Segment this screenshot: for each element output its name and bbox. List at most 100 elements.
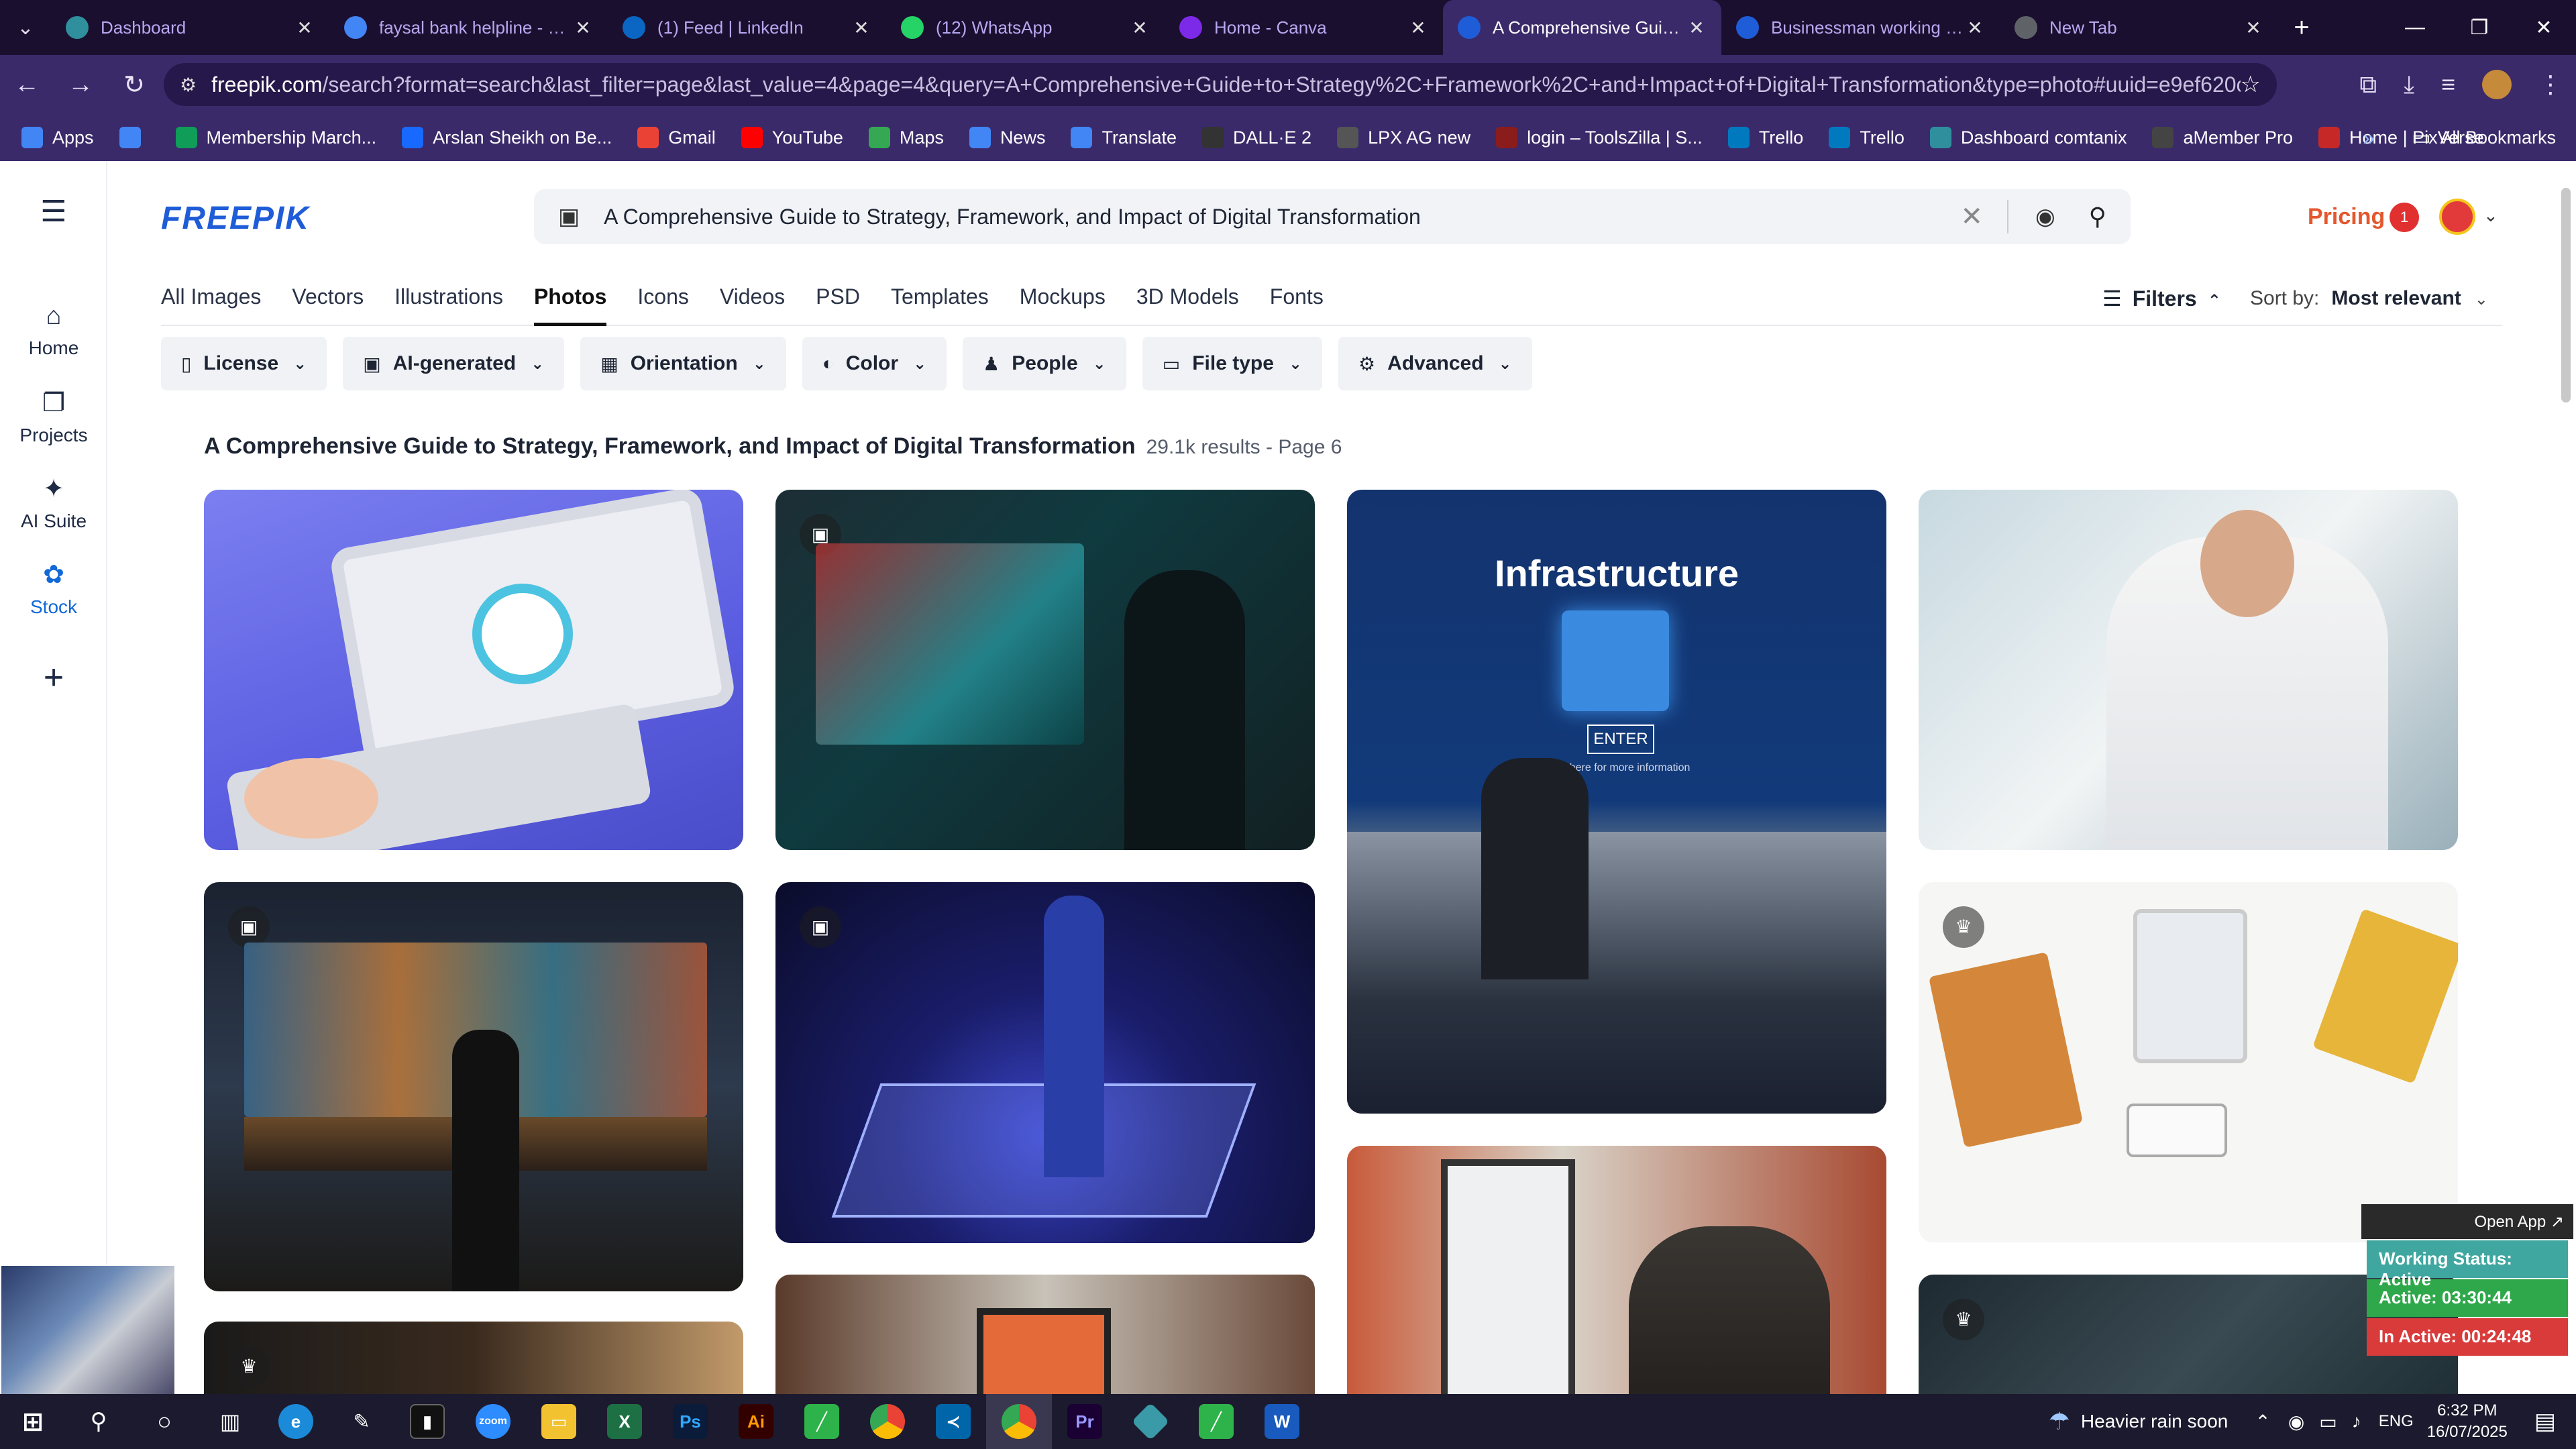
tab-close-icon[interactable]: ✕ [1130, 17, 1150, 39]
tab-all-images[interactable]: All Images [161, 284, 261, 326]
green-app-icon[interactable]: ╱ [789, 1394, 855, 1449]
image-card-man-hologram-city[interactable]: ▣ [775, 882, 1315, 1243]
rail-add-icon[interactable]: + [0, 657, 107, 704]
bookmark-item[interactable] [119, 127, 150, 148]
chrome-icon[interactable] [855, 1394, 920, 1449]
user-avatar[interactable] [2439, 199, 2475, 235]
reload-icon[interactable]: ↻ [107, 70, 161, 100]
bookmark-item[interactable]: DALL·E 2 [1202, 127, 1311, 148]
image-search-type-icon[interactable]: ▣ [558, 203, 580, 230]
start-button[interactable]: ⊞ [0, 1394, 66, 1449]
camera-search-icon[interactable]: ◉ [2035, 203, 2055, 230]
camera-tray-icon[interactable]: ◉ [2288, 1411, 2304, 1433]
green-app-2-icon[interactable]: ╱ [1183, 1394, 1249, 1449]
tab-close-icon[interactable]: ✕ [1686, 17, 1707, 39]
tab-close-icon[interactable]: ✕ [573, 17, 593, 39]
bookmark-item[interactable]: Trello [1727, 127, 1803, 148]
bookmark-item[interactable]: Dashboard comtanix [1929, 127, 2127, 148]
tab-mockups[interactable]: Mockups [1020, 284, 1106, 326]
tab-3d-models[interactable]: 3D Models [1136, 284, 1239, 326]
filters-button[interactable]: ☰ Filters ⌃ [2102, 286, 2221, 311]
tab-close-icon[interactable]: ✕ [851, 17, 871, 39]
image-card-infrastructure[interactable]: Infrastructure ENTER Click here for more… [1347, 490, 1886, 1114]
terminal-icon[interactable]: ▮ [394, 1394, 460, 1449]
tab-templates[interactable]: Templates [891, 284, 989, 326]
rail-menu-icon[interactable]: ☰ [0, 195, 107, 235]
tab-videos[interactable]: Videos [720, 284, 785, 326]
extensions-icon[interactable]: ⧉ [2359, 70, 2377, 99]
image-card-man-holographic-screen[interactable]: ▣ [775, 490, 1315, 850]
tab-search-chevron-icon[interactable]: ⌄ [0, 0, 51, 55]
edge-icon[interactable]: e [263, 1394, 329, 1449]
weather-widget[interactable]: ☂ Heavier rain soon [2049, 1407, 2229, 1436]
downloads-icon[interactable]: ⤓ [2404, 70, 2414, 99]
freepik-logo[interactable]: FREEPIK [161, 200, 310, 237]
browser-tab[interactable]: Dashboard ✕ [51, 0, 329, 55]
tab-photos[interactable]: Photos [533, 284, 607, 326]
excel-icon[interactable]: X [592, 1394, 657, 1449]
browser-tab[interactable]: (12) WhatsApp ✕ [886, 0, 1165, 55]
profile-avatar[interactable] [2482, 70, 2512, 99]
bookmark-item[interactable]: YouTube [741, 127, 843, 148]
chrome-active-icon[interactable] [986, 1394, 1052, 1449]
bookmark-item[interactable]: Gmail [637, 127, 716, 148]
bookmark-item[interactable]: News [969, 127, 1045, 148]
image-card-analytics-meeting-partial[interactable] [775, 1275, 1315, 1394]
clock[interactable]: 6:32 PM 16/07/2025 [2427, 1400, 2508, 1443]
file-explorer-icon[interactable]: ▭ [526, 1394, 592, 1449]
filter-people-button[interactable]: ♟ People ⌄ [963, 337, 1126, 390]
image-card-businessman-papers[interactable] [1919, 490, 2458, 850]
all-bookmarks-button[interactable]: ▭ All Bookmarks [2412, 126, 2556, 150]
image-card-laptop-rocket[interactable] [204, 490, 743, 850]
tab-vectors[interactable]: Vectors [292, 284, 364, 326]
notification-badge[interactable]: 1 [2390, 203, 2419, 232]
task-view-icon[interactable]: ▥ [197, 1394, 263, 1449]
filter-orientation-button[interactable]: ▦ Orientation ⌄ [580, 337, 786, 390]
bookmark-item[interactable]: Apps [21, 127, 94, 148]
filter-license-button[interactable]: ▯ License ⌄ [161, 337, 327, 390]
rail-item-home[interactable]: ⌂ Home [0, 302, 107, 359]
rail-item-ai-suite[interactable]: ✦ AI Suite [0, 474, 107, 532]
bookmark-item[interactable]: LPX AG new [1337, 127, 1470, 148]
bookmark-item[interactable]: Arslan Sheikh on Be... [402, 127, 612, 148]
browser-tab[interactable]: (1) Feed | LinkedIn ✕ [608, 0, 886, 55]
bookmark-item[interactable]: aMember Pro [2152, 127, 2293, 148]
zoom-icon[interactable]: zoom [460, 1394, 526, 1449]
search-input[interactable]: A Comprehensive Guide to Strategy, Frame… [604, 205, 1960, 229]
tab-close-icon[interactable]: ✕ [294, 17, 315, 39]
tab-psd[interactable]: PSD [816, 284, 860, 326]
vscode-icon[interactable]: ≺ [920, 1394, 986, 1449]
filter-ai-generated-button[interactable]: ▣ AI-generated ⌄ [343, 337, 565, 390]
bookmarks-overflow-icon[interactable]: » [2363, 125, 2375, 150]
minimize-icon[interactable]: — [2383, 0, 2447, 55]
premiere-icon[interactable]: Pr [1052, 1394, 1118, 1449]
filter-advanced-button[interactable]: ⚙ Advanced ⌄ [1338, 337, 1532, 390]
filter-color-button[interactable]: ◐ Color ⌄ [802, 337, 947, 390]
bookmark-item[interactable]: Membership March... [175, 127, 376, 148]
rail-item-projects[interactable]: ❐ Projects [0, 388, 107, 446]
open-app-button[interactable]: Open App ↗ [2361, 1204, 2573, 1239]
restore-icon[interactable]: ❐ [2447, 0, 2512, 55]
search-bar[interactable]: ▣ A Comprehensive Guide to Strategy, Fra… [534, 189, 2131, 244]
tab-illustrations[interactable]: Illustrations [394, 284, 503, 326]
network-icon[interactable]: ▭ [2319, 1411, 2337, 1433]
browser-tab[interactable]: faysal bank helpline - Goo ✕ [329, 0, 608, 55]
illustrator-icon[interactable]: Ai [723, 1394, 789, 1449]
search-icon[interactable]: ⚲ [2089, 203, 2106, 231]
browser-tab[interactable]: New Tab ✕ [2000, 0, 2278, 55]
language-indicator[interactable]: ENG [2379, 1412, 2414, 1431]
cortana-icon[interactable]: ○ [131, 1394, 197, 1449]
bookmark-item[interactable]: Maps [868, 127, 944, 148]
forward-icon[interactable]: → [54, 70, 107, 99]
pricing-link[interactable]: Pricing [2308, 204, 2385, 230]
tab-fonts[interactable]: Fonts [1270, 284, 1324, 326]
photoshop-icon[interactable]: Ps [657, 1394, 723, 1449]
tab-close-icon[interactable]: ✕ [1965, 17, 1985, 39]
bookmark-item[interactable]: login – ToolsZilla | S... [1496, 127, 1703, 148]
image-card-analytics-summary-meeting[interactable] [1347, 1146, 1886, 1394]
image-card-desk-flatlay[interactable]: ♛ [1919, 882, 2458, 1242]
back-icon[interactable]: ← [0, 70, 54, 99]
word-icon[interactable]: W [1249, 1394, 1315, 1449]
tab-close-icon[interactable]: ✕ [2243, 17, 2263, 39]
chrome-menu-icon[interactable]: ⋮ [2538, 70, 2563, 99]
